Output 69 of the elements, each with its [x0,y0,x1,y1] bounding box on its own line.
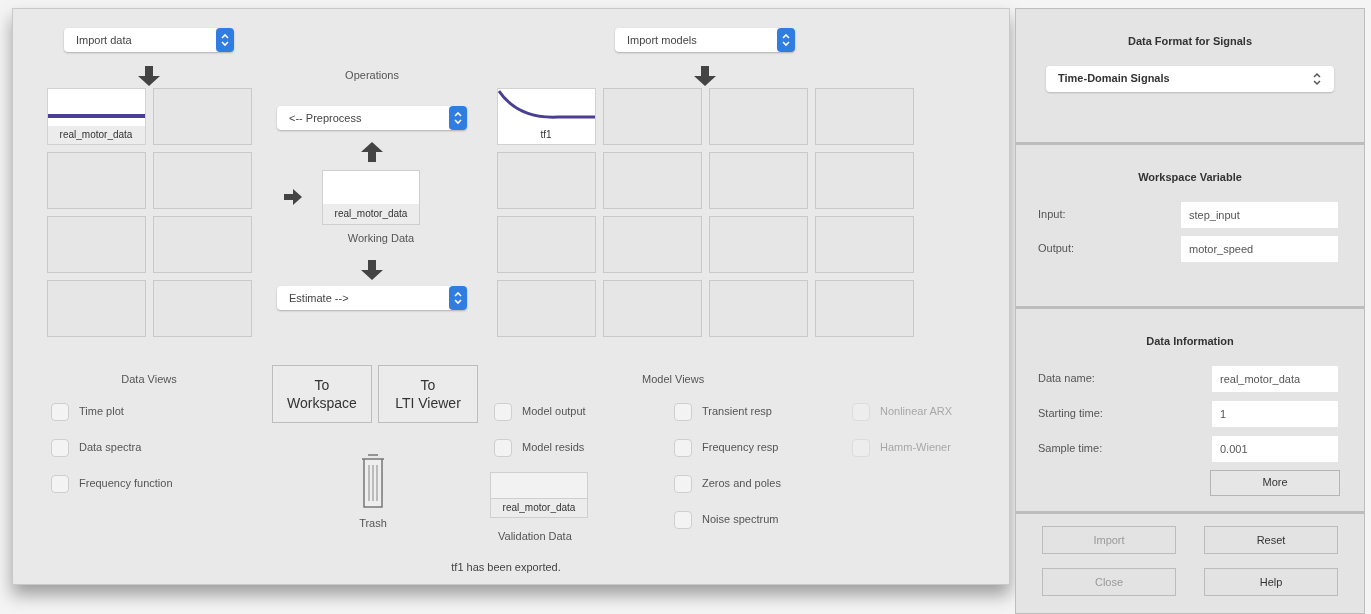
checkbox[interactable] [494,438,512,457]
checkbox-label: Zeros and poles [702,476,781,492]
stepper-icon [449,286,467,310]
checkbox[interactable] [674,402,692,421]
trash-label: Trash [359,516,387,531]
checkbox-label: Data spectra [79,440,142,456]
field-label: Starting time: [1038,406,1103,422]
checkbox-label: Model output [522,404,586,420]
field-label: Sample time: [1038,441,1103,457]
down-arrow-icon [138,66,160,86]
validation-data-slot[interactable]: real_motor_data [490,471,588,518]
input-field[interactable]: 0.001 [1212,435,1338,462]
stepper-icon [1312,70,1322,87]
field-label: Output: [1038,241,1075,257]
down-arrow-icon [694,66,716,86]
up-arrow-icon [361,141,383,162]
input-field[interactable]: real_motor_data [1212,365,1338,392]
slot-label: tf1 [540,128,552,142]
checkbox[interactable] [51,474,69,493]
checkbox-label: Model resids [522,440,585,456]
stepper-icon [449,105,467,130]
checkbox[interactable] [51,402,69,421]
section-title: Data Information [1146,334,1234,349]
checkbox[interactable] [494,402,512,421]
export-button[interactable]: To LTI Viewer [378,365,478,423]
dropdown[interactable]: Time-Domain Signals [1046,65,1334,92]
model-slot[interactable]: tf1 [496,88,596,145]
input-field[interactable]: step_input [1181,201,1338,228]
checkbox-label: Hamm-Wiener [880,440,951,456]
checkbox-label: Frequency function [79,476,173,492]
dropdown[interactable]: Import models [615,28,795,52]
dialog-button[interactable]: Help [1204,568,1338,596]
checkbox-label: Frequency resp [702,440,779,456]
down-arrow-icon [361,260,383,280]
decay-curve-icon [497,89,595,121]
input-field[interactable]: motor_speed [1181,235,1338,262]
field-label: Data name: [1038,371,1095,387]
dialog-button[interactable]: Reset [1204,526,1338,554]
more-button[interactable]: More [1210,469,1340,496]
section-title: Data Views [121,372,177,387]
working-data-slot[interactable]: real_motor_data [322,169,420,225]
checkbox[interactable] [51,438,69,457]
stepper-icon [777,28,795,52]
section-title: Workspace Variable [1138,170,1242,185]
checkbox-label: Transient resp [702,404,772,420]
slot-label: real_motor_data [47,126,145,144]
slot-label: real_motor_data [491,497,587,517]
checkbox[interactable] [674,474,692,493]
field-label: Input: [1038,207,1066,223]
working-data-caption: Working Data [347,230,415,246]
checkbox[interactable] [674,438,692,457]
checkbox-label: Nonlinear ARX [880,404,953,420]
section-title: Model Views [642,372,706,387]
slot-label: real_motor_data [323,203,419,224]
checkbox-label: Time plot [79,404,124,420]
status-message: tf1 has been exported. [451,560,561,575]
dropdown[interactable]: Import data [64,28,234,52]
dropdown[interactable]: Estimate --> [277,286,467,310]
dropdown[interactable]: <-- Preprocess [277,105,467,130]
export-button[interactable]: To Workspace [272,365,372,423]
stepper-icon [216,28,234,52]
section-title: Operations [345,68,399,83]
input-field[interactable]: 1 [1212,400,1338,427]
data-slot[interactable]: real_motor_data [46,88,146,145]
section-title: Data Format for Signals [1127,34,1253,49]
right-arrow-icon [284,189,302,205]
validation-data-caption: Validation Data [498,528,572,544]
checkbox[interactable] [674,510,692,529]
checkbox-label: Noise spectrum [702,512,779,528]
